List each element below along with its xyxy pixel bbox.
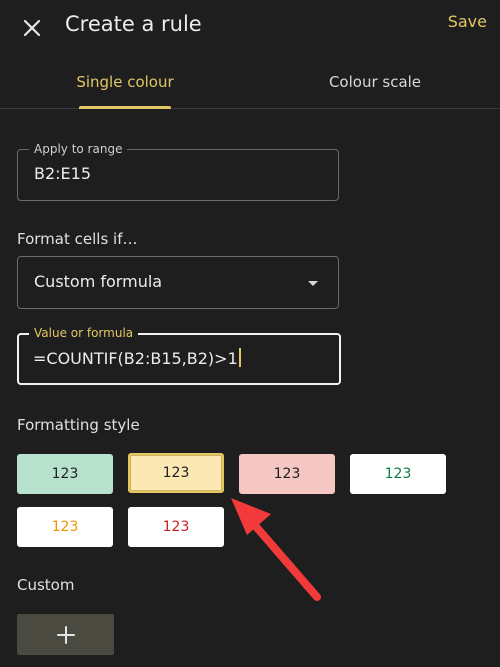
style-swatch-green-text[interactable]: 123 bbox=[350, 454, 446, 494]
format-cells-if-label: Format cells if… bbox=[17, 230, 138, 248]
style-swatch-green[interactable]: 123 bbox=[17, 454, 113, 494]
value-or-formula-label: Value or formula bbox=[29, 325, 139, 341]
tab-single-colour[interactable]: Single colour bbox=[0, 56, 250, 108]
formatting-style-label: Formatting style bbox=[17, 416, 140, 434]
close-button[interactable] bbox=[12, 8, 52, 48]
apply-to-range-label: Apply to range bbox=[29, 141, 128, 157]
page-title: Create a rule bbox=[65, 12, 202, 36]
tab-bar: Single colour Colour scale bbox=[0, 56, 500, 109]
save-button[interactable]: Save bbox=[448, 12, 487, 31]
custom-label: Custom bbox=[17, 576, 75, 594]
caret-down-icon bbox=[308, 281, 318, 286]
annotation-arrow-head bbox=[231, 498, 271, 535]
style-swatch-red-text[interactable]: 123 bbox=[128, 507, 224, 547]
condition-dropdown[interactable]: Custom formula bbox=[17, 256, 339, 309]
formula-text: =COUNTIF(B2:B15,B2)>1 bbox=[33, 349, 238, 368]
value-or-formula-input-text: =COUNTIF(B2:B15,B2)>1 bbox=[33, 348, 241, 368]
tab-colour-scale[interactable]: Colour scale bbox=[250, 56, 500, 108]
value-or-formula-field[interactable]: Value or formula =COUNTIF(B2:B15,B2)>1 bbox=[17, 325, 341, 385]
close-icon bbox=[23, 19, 41, 37]
plus-icon bbox=[56, 625, 75, 644]
text-cursor bbox=[238, 348, 241, 367]
style-swatch-yellow-selected[interactable]: 123 bbox=[128, 453, 224, 493]
apply-to-range-value: B2:E15 bbox=[34, 164, 92, 183]
apply-to-range-field[interactable]: Apply to range B2:E15 bbox=[17, 141, 339, 201]
style-swatch-red[interactable]: 123 bbox=[239, 454, 335, 494]
style-swatch-orange-text[interactable]: 123 bbox=[17, 507, 113, 547]
condition-selected-value: Custom formula bbox=[34, 272, 163, 291]
add-custom-style-button[interactable] bbox=[17, 614, 114, 655]
top-app-bar: Create a rule Save bbox=[0, 0, 500, 56]
active-tab-indicator bbox=[79, 106, 171, 109]
